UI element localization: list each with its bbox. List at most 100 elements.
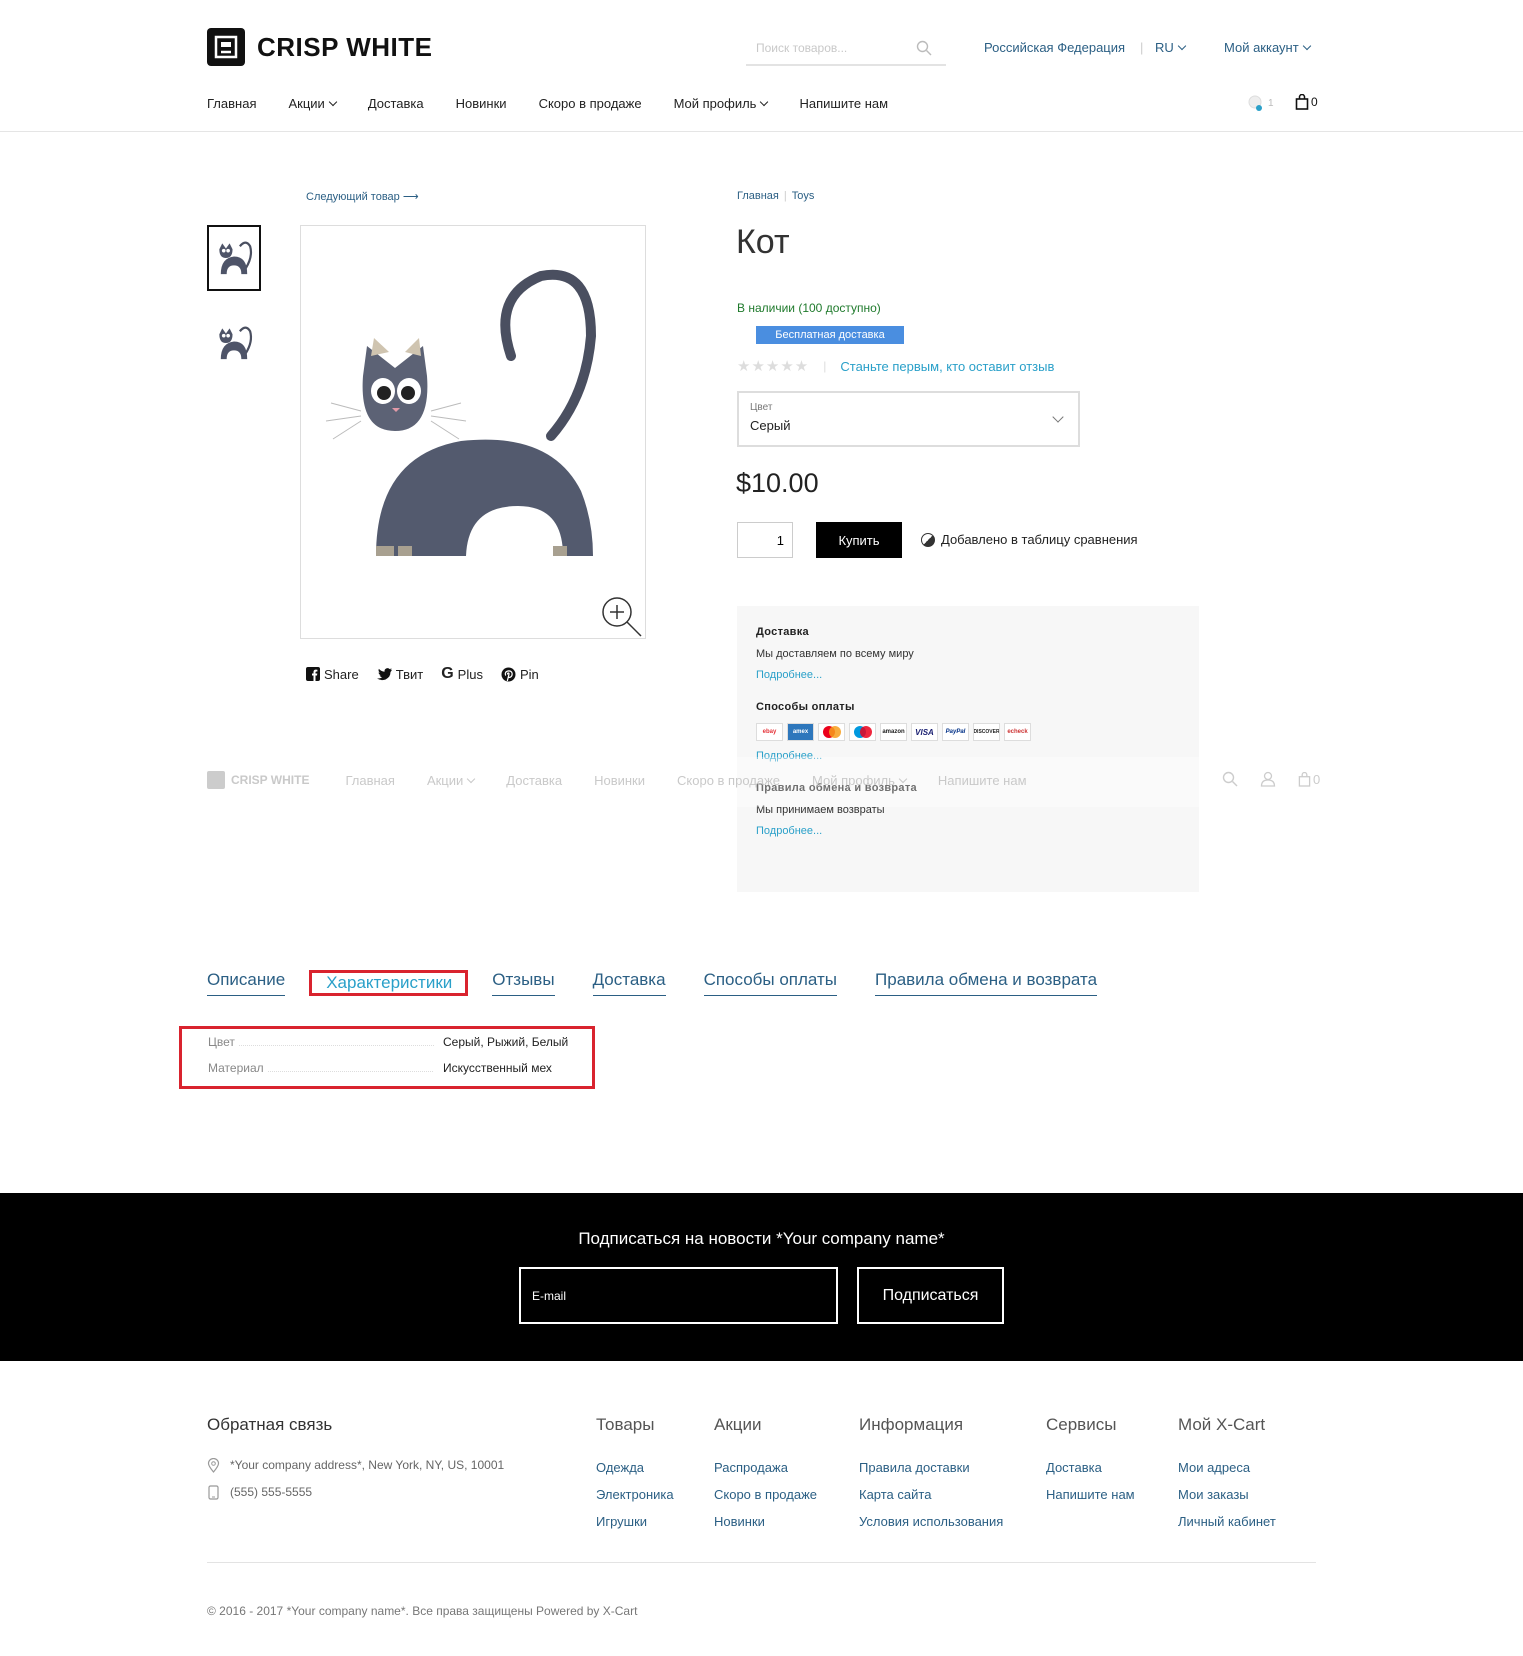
- mastercard-logo: [818, 723, 845, 741]
- footer-link[interactable]: Распродажа: [714, 1454, 817, 1481]
- share-google[interactable]: G Plus: [441, 665, 483, 683]
- compare-indicator[interactable]: 1: [1247, 94, 1274, 112]
- product-image[interactable]: [300, 225, 646, 639]
- language-selector[interactable]: RU: [1155, 40, 1187, 55]
- search-icon[interactable]: [1222, 771, 1238, 787]
- nav-contact[interactable]: Напишите нам: [799, 96, 888, 111]
- footer-col-links: Доставка Напишите нам: [1046, 1454, 1135, 1508]
- thumbnail-1[interactable]: [207, 225, 261, 291]
- sticky-nav-profile[interactable]: Мой профиль: [812, 772, 908, 788]
- breadcrumb-category[interactable]: Toys: [792, 190, 815, 202]
- sticky-nav-sales[interactable]: Акции: [427, 773, 476, 788]
- sticky-nav-profile-label: Мой профиль: [812, 772, 895, 788]
- share-pinterest-label: Pin: [519, 666, 539, 682]
- breadcrumb: Главная | Toys: [737, 190, 814, 202]
- tab-description[interactable]: Описание: [207, 970, 286, 996]
- account-menu[interactable]: Мой аккаунт: [1224, 40, 1311, 55]
- rating-row: ★★★★★ | Станьте первым, кто оставит отзы…: [737, 357, 1054, 375]
- subscribe-button[interactable]: Подписаться: [857, 1267, 1004, 1324]
- nav-profile[interactable]: Мой профиль: [673, 96, 769, 111]
- sticky-nav-contact[interactable]: Напишите нам: [938, 773, 1027, 788]
- color-select-value: Серый: [750, 418, 791, 433]
- shipping-info-text: Мы доставляем по всему миру: [756, 648, 914, 660]
- sticky-cart[interactable]: 0: [1298, 771, 1320, 787]
- nav-profile-label: Мой профиль: [673, 96, 757, 111]
- zoom-icon[interactable]: [600, 595, 644, 642]
- account-label: Мой аккаунт: [1224, 40, 1299, 55]
- country-label: Российская Федерация: [984, 40, 1126, 55]
- chevron-down-icon: [760, 97, 769, 107]
- sticky-nav-coming-soon[interactable]: Скоро в продаже: [677, 773, 780, 788]
- footer-link[interactable]: Мои адреса: [1178, 1454, 1276, 1481]
- payment-info-title: Способы оплаты: [756, 701, 855, 713]
- tab-reviews[interactable]: Отзывы: [492, 970, 555, 996]
- nav-home[interactable]: Главная: [207, 96, 256, 111]
- user-icon[interactable]: [1260, 771, 1276, 787]
- attributes-table: Цвет Серый, Рыжий, Белый Материал Искусс…: [179, 1026, 595, 1089]
- footer-link[interactable]: Скоро в продаже: [714, 1481, 817, 1508]
- attribute-name: Цвет: [208, 1035, 235, 1049]
- footer-link[interactable]: Правила доставки: [859, 1454, 1003, 1481]
- footer-link[interactable]: Условия использования: [859, 1508, 1003, 1535]
- search-box[interactable]: [746, 32, 946, 66]
- amazon-logo: amazon: [880, 723, 907, 741]
- returns-more-link[interactable]: Подробнее...: [756, 825, 1180, 837]
- footer-link[interactable]: Электроника: [596, 1481, 674, 1508]
- breadcrumb-home[interactable]: Главная: [737, 190, 779, 202]
- nav-sales[interactable]: Акции: [288, 96, 338, 111]
- sticky-logo[interactable]: CRISP WHITE: [207, 771, 309, 789]
- compare-toggle[interactable]: Добавлено в таблицу сравнения: [921, 532, 1138, 547]
- main-nav: Главная Акции Доставка Новинки Скоро в п…: [207, 96, 920, 111]
- site-logo[interactable]: CRISP WHITE: [207, 28, 432, 66]
- footer-link[interactable]: Новинки: [714, 1508, 817, 1535]
- footer-link[interactable]: Игрушки: [596, 1508, 674, 1535]
- rating-stars[interactable]: ★★★★★: [737, 357, 809, 375]
- share-facebook[interactable]: Share: [306, 665, 359, 683]
- sticky-nav-new[interactable]: Новинки: [594, 773, 645, 788]
- search-icon[interactable]: [916, 40, 932, 56]
- buy-button[interactable]: Купить: [816, 522, 902, 558]
- search-input[interactable]: [746, 41, 916, 55]
- discover-logo: DISCOVER: [973, 723, 1000, 741]
- quantity-input[interactable]: [737, 522, 793, 558]
- footer-phone-text: (555) 555-5555: [230, 1485, 313, 1499]
- share-pinterest[interactable]: Pin: [501, 665, 539, 683]
- footer-link[interactable]: Личный кабинет: [1178, 1508, 1276, 1535]
- footer-col-title: Акции: [714, 1415, 762, 1434]
- footer-col-links: Одежда Электроника Игрушки: [596, 1454, 674, 1535]
- country-selector[interactable]: Российская Федерация: [984, 40, 1125, 55]
- cart-button[interactable]: 0: [1295, 94, 1318, 110]
- footer-link[interactable]: Одежда: [596, 1454, 674, 1481]
- write-review-link[interactable]: Станьте первым, кто оставит отзыв: [840, 359, 1054, 374]
- footer-link[interactable]: Доставка: [1046, 1454, 1135, 1481]
- sticky-nav-shipping[interactable]: Доставка: [506, 773, 562, 788]
- attribute-name: Материал: [208, 1061, 264, 1075]
- tab-payment[interactable]: Способы оплаты: [703, 970, 838, 996]
- tab-returns[interactable]: Правила обмена и возврата: [875, 970, 1098, 996]
- color-select[interactable]: Цвет Серый: [737, 391, 1080, 447]
- echeck-logo: echeck: [1004, 723, 1031, 741]
- footer-link[interactable]: Напишите нам: [1046, 1481, 1135, 1508]
- shipping-more-link[interactable]: Подробнее...: [756, 669, 1180, 681]
- footer-link[interactable]: Карта сайта: [859, 1481, 1003, 1508]
- product-price: $10.00: [736, 468, 819, 498]
- footer-link[interactable]: Мои заказы: [1178, 1481, 1276, 1508]
- next-product-link[interactable]: Следующий товар ⟶: [306, 190, 419, 203]
- shipping-info-title: Доставка: [756, 626, 809, 638]
- color-select-label: Цвет: [750, 402, 773, 413]
- thumbnail-2[interactable]: [207, 310, 261, 376]
- nav-new[interactable]: Новинки: [456, 96, 507, 111]
- amex-logo: amex: [787, 723, 814, 741]
- nav-shipping[interactable]: Доставка: [368, 96, 424, 111]
- tab-shipping[interactable]: Доставка: [592, 970, 666, 996]
- nav-coming-soon[interactable]: Скоро в продаже: [539, 96, 642, 111]
- footer-col-title: Товары: [596, 1415, 655, 1434]
- share-twitter[interactable]: Твит: [376, 665, 423, 683]
- footer-col-title: Сервисы: [1046, 1415, 1117, 1434]
- visa-logo: VISA: [911, 723, 938, 741]
- sticky-nav-home[interactable]: Главная: [345, 773, 394, 788]
- newsletter-email-input[interactable]: [519, 1267, 838, 1324]
- footer-phone: (555) 555-5555: [207, 1479, 504, 1506]
- footer-contact: *Your company address*, New York, NY, US…: [207, 1452, 504, 1506]
- tab-specifications[interactable]: Характеристики: [309, 970, 469, 996]
